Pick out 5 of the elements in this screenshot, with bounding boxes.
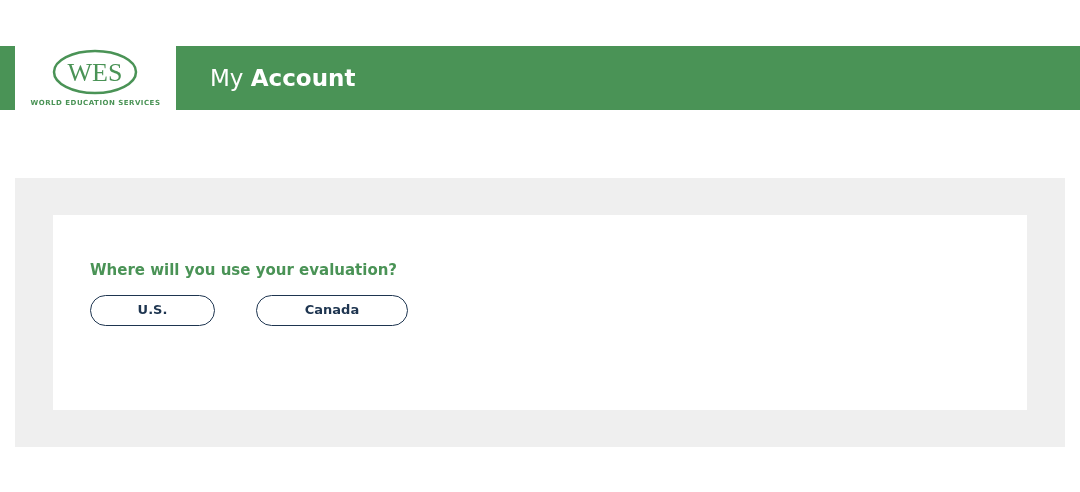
question-label: Where will you use your evaluation? <box>90 260 399 281</box>
page-title: My Account <box>210 63 356 93</box>
option-button[interactable]: U.S. <box>90 294 215 326</box>
header-bar <box>0 46 15 110</box>
option-button[interactable]: Canada <box>256 294 408 326</box>
